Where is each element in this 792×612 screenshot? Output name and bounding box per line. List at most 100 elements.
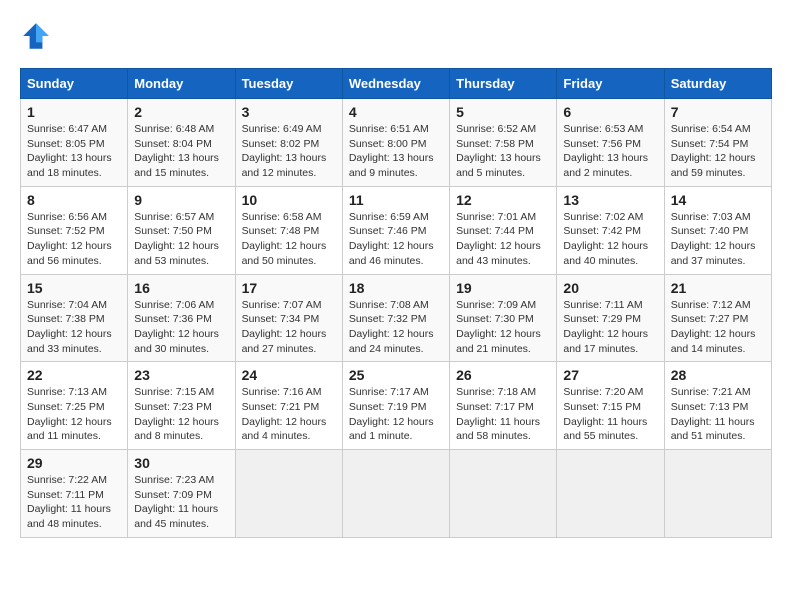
page-header bbox=[20, 20, 772, 52]
day-info: Sunrise: 6:51 AMSunset: 8:00 PMDaylight:… bbox=[349, 122, 443, 181]
day-number: 5 bbox=[456, 104, 550, 120]
day-number: 15 bbox=[27, 280, 121, 296]
logo bbox=[20, 20, 58, 52]
day-number: 3 bbox=[242, 104, 336, 120]
day-info: Sunrise: 7:09 AMSunset: 7:30 PMDaylight:… bbox=[456, 298, 550, 357]
day-info: Sunrise: 7:01 AMSunset: 7:44 PMDaylight:… bbox=[456, 210, 550, 269]
day-number: 29 bbox=[27, 455, 121, 471]
calendar-cell bbox=[557, 450, 664, 538]
day-number: 1 bbox=[27, 104, 121, 120]
day-number: 8 bbox=[27, 192, 121, 208]
calendar-cell: 19 Sunrise: 7:09 AMSunset: 7:30 PMDayligh… bbox=[450, 274, 557, 362]
day-header-wednesday: Wednesday bbox=[342, 69, 449, 99]
calendar-cell: 12 Sunrise: 7:01 AMSunset: 7:44 PMDayligh… bbox=[450, 186, 557, 274]
calendar-cell: 24 Sunrise: 7:16 AMSunset: 7:21 PMDayligh… bbox=[235, 362, 342, 450]
calendar-cell: 1 Sunrise: 6:47 AMSunset: 8:05 PMDaylight… bbox=[21, 99, 128, 187]
day-info: Sunrise: 7:12 AMSunset: 7:27 PMDaylight:… bbox=[671, 298, 765, 357]
day-header-tuesday: Tuesday bbox=[235, 69, 342, 99]
calendar-cell: 9 Sunrise: 6:57 AMSunset: 7:50 PMDaylight… bbox=[128, 186, 235, 274]
calendar-cell: 6 Sunrise: 6:53 AMSunset: 7:56 PMDaylight… bbox=[557, 99, 664, 187]
day-number: 30 bbox=[134, 455, 228, 471]
day-info: Sunrise: 6:47 AMSunset: 8:05 PMDaylight:… bbox=[27, 122, 121, 181]
calendar-cell bbox=[450, 450, 557, 538]
calendar-cell: 27 Sunrise: 7:20 AMSunset: 7:15 PMDayligh… bbox=[557, 362, 664, 450]
day-number: 27 bbox=[563, 367, 657, 383]
day-number: 6 bbox=[563, 104, 657, 120]
day-number: 17 bbox=[242, 280, 336, 296]
calendar-cell: 28 Sunrise: 7:21 AMSunset: 7:13 PMDayligh… bbox=[664, 362, 771, 450]
calendar-cell: 2 Sunrise: 6:48 AMSunset: 8:04 PMDaylight… bbox=[128, 99, 235, 187]
calendar-cell: 25Sunrise: 7:17 AMSunset: 7:19 PMDayligh… bbox=[342, 362, 449, 450]
day-info: Sunrise: 6:49 AMSunset: 8:02 PMDaylight:… bbox=[242, 122, 336, 181]
day-info: Sunrise: 6:57 AMSunset: 7:50 PMDaylight:… bbox=[134, 210, 228, 269]
day-number: 2 bbox=[134, 104, 228, 120]
day-info: Sunrise: 7:22 AMSunset: 7:11 PMDaylight:… bbox=[27, 473, 121, 532]
day-info: Sunrise: 7:03 AMSunset: 7:40 PMDaylight:… bbox=[671, 210, 765, 269]
day-info: Sunrise: 6:52 AMSunset: 7:58 PMDaylight:… bbox=[456, 122, 550, 181]
calendar-cell bbox=[342, 450, 449, 538]
day-info: Sunrise: 6:58 AMSunset: 7:48 PMDaylight:… bbox=[242, 210, 336, 269]
day-info: Sunrise: 7:18 AMSunset: 7:17 PMDaylight:… bbox=[456, 385, 550, 444]
calendar-cell: 4 Sunrise: 6:51 AMSunset: 8:00 PMDaylight… bbox=[342, 99, 449, 187]
day-header-friday: Friday bbox=[557, 69, 664, 99]
day-number: 16 bbox=[134, 280, 228, 296]
day-info: Sunrise: 6:59 AMSunset: 7:46 PMDaylight:… bbox=[349, 210, 443, 269]
calendar-body: 1 Sunrise: 6:47 AMSunset: 8:05 PMDaylight… bbox=[21, 99, 772, 538]
calendar-cell: 30Sunrise: 7:23 AMSunset: 7:09 PMDayligh… bbox=[128, 450, 235, 538]
day-info: Sunrise: 7:17 AMSunset: 7:19 PMDaylight:… bbox=[349, 385, 443, 444]
calendar-table: SundayMondayTuesdayWednesdayThursdayFrid… bbox=[20, 68, 772, 538]
calendar-cell: 17 Sunrise: 7:07 AMSunset: 7:34 PMDayligh… bbox=[235, 274, 342, 362]
day-info: Sunrise: 6:56 AMSunset: 7:52 PMDaylight:… bbox=[27, 210, 121, 269]
day-info: Sunrise: 7:16 AMSunset: 7:21 PMDaylight:… bbox=[242, 385, 336, 444]
day-number: 12 bbox=[456, 192, 550, 208]
day-info: Sunrise: 7:21 AMSunset: 7:13 PMDaylight:… bbox=[671, 385, 765, 444]
day-number: 11 bbox=[349, 192, 443, 208]
day-info: Sunrise: 7:11 AMSunset: 7:29 PMDaylight:… bbox=[563, 298, 657, 357]
calendar-cell: 20 Sunrise: 7:11 AMSunset: 7:29 PMDayligh… bbox=[557, 274, 664, 362]
day-number: 9 bbox=[134, 192, 228, 208]
day-header-thursday: Thursday bbox=[450, 69, 557, 99]
calendar-cell: 10Sunrise: 6:58 AMSunset: 7:48 PMDayligh… bbox=[235, 186, 342, 274]
day-header-monday: Monday bbox=[128, 69, 235, 99]
calendar-cell: 21Sunrise: 7:12 AMSunset: 7:27 PMDayligh… bbox=[664, 274, 771, 362]
day-info: Sunrise: 7:13 AMSunset: 7:25 PMDaylight:… bbox=[27, 385, 121, 444]
calendar-cell: 16Sunrise: 7:06 AMSunset: 7:36 PMDayligh… bbox=[128, 274, 235, 362]
calendar-week-3: 15Sunrise: 7:04 AMSunset: 7:38 PMDayligh… bbox=[21, 274, 772, 362]
day-number: 28 bbox=[671, 367, 765, 383]
day-header-saturday: Saturday bbox=[664, 69, 771, 99]
day-number: 24 bbox=[242, 367, 336, 383]
calendar-week-5: 29 Sunrise: 7:22 AMSunset: 7:11 PMDayligh… bbox=[21, 450, 772, 538]
calendar-week-4: 22 Sunrise: 7:13 AMSunset: 7:25 PMDayligh… bbox=[21, 362, 772, 450]
header-row: SundayMondayTuesdayWednesdayThursdayFrid… bbox=[21, 69, 772, 99]
day-number: 19 bbox=[456, 280, 550, 296]
calendar-cell bbox=[664, 450, 771, 538]
calendar-cell: 3 Sunrise: 6:49 AMSunset: 8:02 PMDaylight… bbox=[235, 99, 342, 187]
day-number: 4 bbox=[349, 104, 443, 120]
calendar-cell: 22 Sunrise: 7:13 AMSunset: 7:25 PMDayligh… bbox=[21, 362, 128, 450]
calendar-cell: 5 Sunrise: 6:52 AMSunset: 7:58 PMDaylight… bbox=[450, 99, 557, 187]
day-number: 14 bbox=[671, 192, 765, 208]
day-number: 18 bbox=[349, 280, 443, 296]
calendar-cell: 15Sunrise: 7:04 AMSunset: 7:38 PMDayligh… bbox=[21, 274, 128, 362]
calendar-cell: 11 Sunrise: 6:59 AMSunset: 7:46 PMDayligh… bbox=[342, 186, 449, 274]
calendar-week-2: 8 Sunrise: 6:56 AMSunset: 7:52 PMDaylight… bbox=[21, 186, 772, 274]
day-number: 20 bbox=[563, 280, 657, 296]
day-info: Sunrise: 6:53 AMSunset: 7:56 PMDaylight:… bbox=[563, 122, 657, 181]
day-info: Sunrise: 6:54 AMSunset: 7:54 PMDaylight:… bbox=[671, 122, 765, 181]
day-info: Sunrise: 7:08 AMSunset: 7:32 PMDaylight:… bbox=[349, 298, 443, 357]
day-info: Sunrise: 7:15 AMSunset: 7:23 PMDaylight:… bbox=[134, 385, 228, 444]
day-number: 22 bbox=[27, 367, 121, 383]
calendar-cell: 7Sunrise: 6:54 AMSunset: 7:54 PMDaylight… bbox=[664, 99, 771, 187]
calendar-cell: 29 Sunrise: 7:22 AMSunset: 7:11 PMDayligh… bbox=[21, 450, 128, 538]
calendar-cell: 13Sunrise: 7:02 AMSunset: 7:42 PMDayligh… bbox=[557, 186, 664, 274]
day-number: 26 bbox=[456, 367, 550, 383]
logo-icon bbox=[20, 20, 52, 52]
calendar-cell: 14 Sunrise: 7:03 AMSunset: 7:40 PMDayligh… bbox=[664, 186, 771, 274]
day-info: Sunrise: 7:07 AMSunset: 7:34 PMDaylight:… bbox=[242, 298, 336, 357]
day-info: Sunrise: 6:48 AMSunset: 8:04 PMDaylight:… bbox=[134, 122, 228, 181]
calendar-week-1: 1 Sunrise: 6:47 AMSunset: 8:05 PMDaylight… bbox=[21, 99, 772, 187]
calendar-cell: 23Sunrise: 7:15 AMSunset: 7:23 PMDayligh… bbox=[128, 362, 235, 450]
day-number: 13 bbox=[563, 192, 657, 208]
day-info: Sunrise: 7:20 AMSunset: 7:15 PMDaylight:… bbox=[563, 385, 657, 444]
calendar-cell: 18 Sunrise: 7:08 AMSunset: 7:32 PMDayligh… bbox=[342, 274, 449, 362]
